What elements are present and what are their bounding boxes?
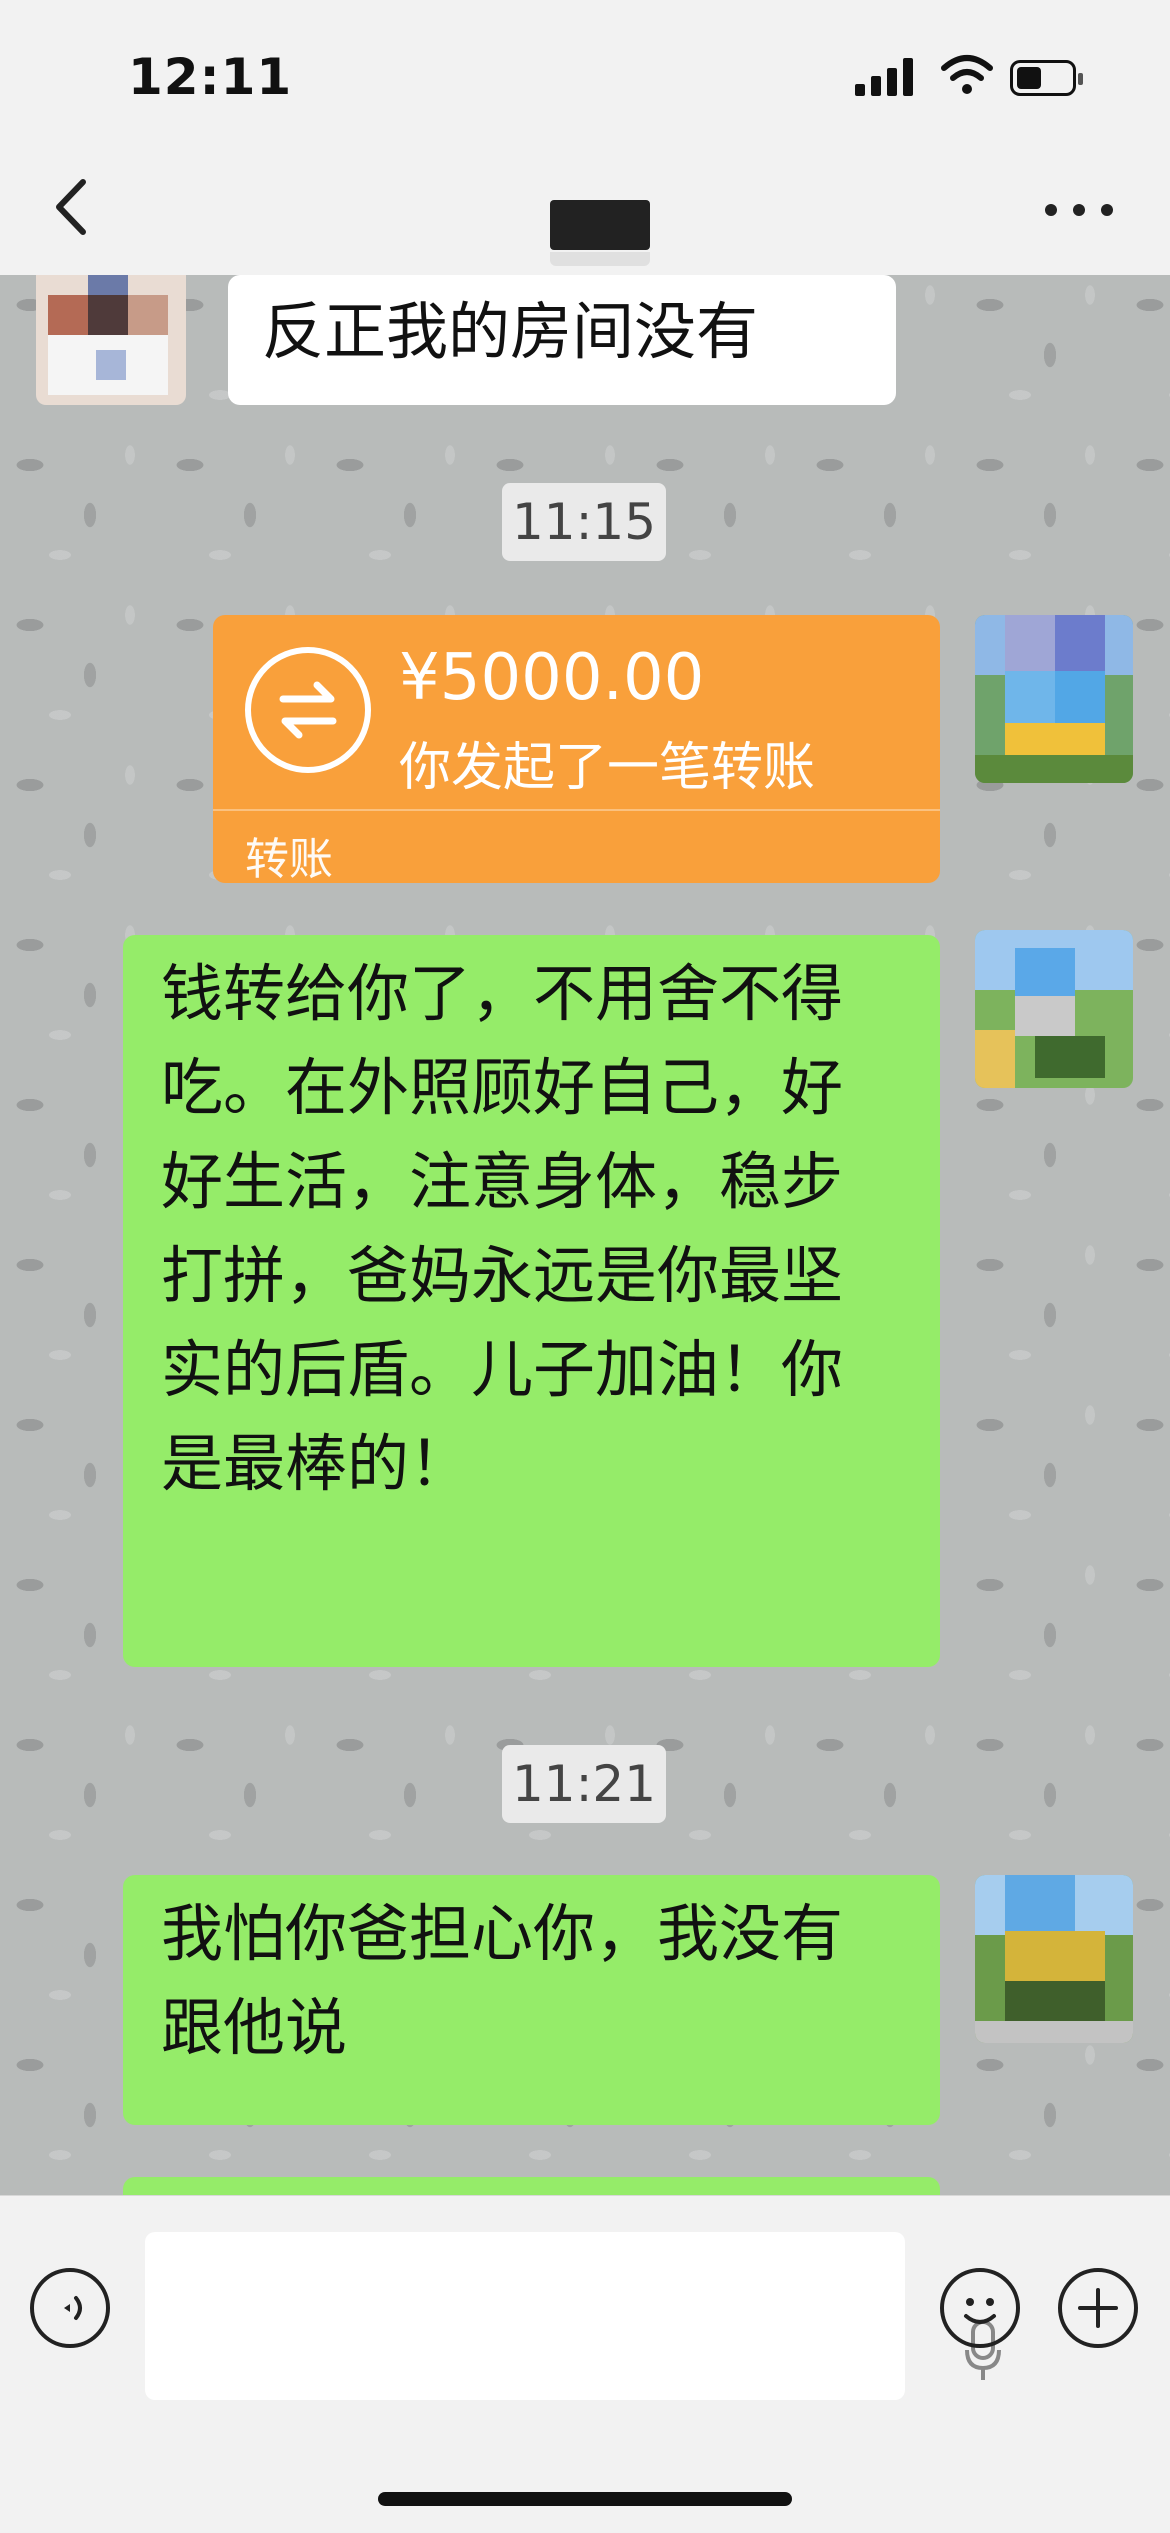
transfer-divider [213, 809, 940, 811]
emoji-icon[interactable] [940, 2268, 1020, 2348]
outgoing-message-bubble-partial[interactable] [123, 2177, 940, 2195]
my-avatar[interactable] [975, 1875, 1133, 2043]
contact-name-redacted [550, 200, 650, 266]
battery-icon [1010, 60, 1083, 96]
chevron-left-icon[interactable] [45, 172, 105, 242]
cellular-signal-icon [855, 58, 915, 96]
chat-message-list[interactable]: 反正我的房间没有 11:15 ¥5000.00 你发起了一笔转账 转账 钱转给你… [0, 275, 1170, 2195]
outgoing-message-bubble[interactable]: 钱转给你了，不用舍不得吃。在外照顾好自己，好好生活，注意身体，稳步打拼，爸妈永远… [123, 935, 940, 1667]
chat-header [0, 150, 1170, 275]
wifi-icon [941, 55, 993, 94]
status-time: 12:11 [128, 48, 293, 106]
transfer-description: 你发起了一笔转账 [399, 738, 816, 798]
message-text: 钱转给你了，不用舍不得吃。在外照顾好自己，好好生活，注意身体，稳步打拼，爸妈永远… [161, 957, 844, 1500]
my-avatar[interactable] [975, 615, 1133, 783]
timestamp: 11:21 [502, 1745, 666, 1823]
transfer-amount: ¥5000.00 [399, 641, 705, 715]
contact-avatar[interactable] [36, 275, 186, 405]
more-icon[interactable] [1045, 194, 1115, 224]
voice-icon[interactable] [30, 2268, 110, 2348]
transfer-label: 转账 [245, 834, 333, 885]
message-input[interactable] [145, 2232, 1001, 2400]
incoming-message-bubble[interactable]: 反正我的房间没有 [228, 275, 896, 405]
status-bar: 12:11 [0, 0, 1170, 150]
transfer-icon [245, 647, 371, 773]
outgoing-message-bubble[interactable]: 我怕你爸担心你，我没有跟他说 [123, 1875, 940, 2125]
my-avatar[interactable] [975, 930, 1133, 1088]
message-text: 我怕你爸担心你，我没有跟他说 [161, 1897, 844, 2064]
timestamp: 11:15 [502, 483, 666, 561]
message-text: 反正我的房间没有 [262, 295, 759, 368]
home-indicator[interactable] [378, 2492, 792, 2506]
plus-icon[interactable] [1058, 2268, 1138, 2348]
input-bar [0, 2195, 1170, 2533]
transfer-card[interactable]: ¥5000.00 你发起了一笔转账 转账 [213, 615, 940, 885]
